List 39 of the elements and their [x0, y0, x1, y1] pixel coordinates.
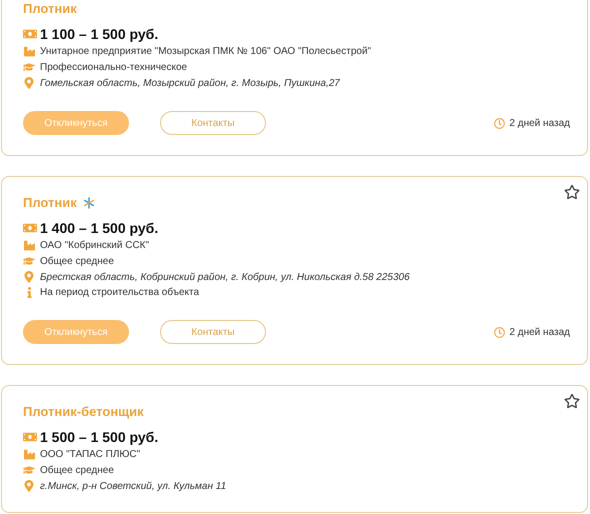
map-pin-icon [23, 480, 35, 492]
money-icon [23, 27, 37, 41]
note-text: На период строительства объекта [40, 287, 200, 298]
salary-text: 1 100 – 1 500 руб. [40, 26, 158, 42]
address-text: г.Минск, р-н Советский, ул. Кульман 11 [40, 480, 226, 492]
posted-time: 2 дней назад [509, 326, 570, 338]
sparkle-icon [82, 196, 95, 208]
map-pin-icon [23, 77, 35, 89]
factory-icon [23, 46, 35, 57]
vacancy-title[interactable]: Плотник [23, 1, 77, 16]
vacancy-title[interactable]: Плотник [23, 195, 77, 210]
star-icon[interactable] [564, 184, 580, 200]
address-text: Гомельская область, Мозырский район, г. Мозырь, Пушкина,27 [40, 78, 340, 88]
address-text: Брестская область, Кобринский район, г. Кобрин, ул. Никольская д.58 225306 [40, 272, 410, 282]
education-text: Общее среднее [40, 256, 114, 266]
map-pin-icon [23, 271, 35, 283]
company-text: ООО "ТАПАС ПЛЮС" [40, 449, 140, 460]
factory-icon [23, 449, 35, 460]
money-icon [23, 430, 37, 444]
money-icon [23, 221, 37, 235]
contacts-button[interactable]: Контакты [160, 111, 266, 135]
factory-icon [23, 240, 35, 251]
clock-icon [493, 326, 506, 338]
graduation-cap-icon [23, 61, 35, 73]
graduation-cap-icon [23, 464, 35, 476]
respond-button[interactable]: Откликнуться [23, 111, 129, 135]
posted-time: 2 дней назад [509, 118, 570, 128]
education-text: Профессионально-техническое [40, 62, 188, 72]
company-text: Унитарное предприятие "Мозырская ПМК № 106" ОАО "Полесьестрой" [40, 46, 372, 57]
clock-icon [493, 118, 506, 128]
star-icon[interactable] [564, 393, 580, 409]
education-text: Общее среднее [40, 464, 114, 476]
vacancy-title[interactable]: Плотник-бетонщик [23, 404, 144, 419]
graduation-cap-icon [23, 255, 35, 267]
salary-text: 1 500 – 1 500 руб. [40, 429, 158, 445]
contacts-button[interactable]: Контакты [160, 320, 266, 344]
salary-text: 1 400 – 1 500 руб. [40, 220, 158, 236]
company-text: ОАО "Кобринский ССК" [40, 240, 150, 251]
respond-button[interactable]: Откликнуться [23, 320, 129, 344]
